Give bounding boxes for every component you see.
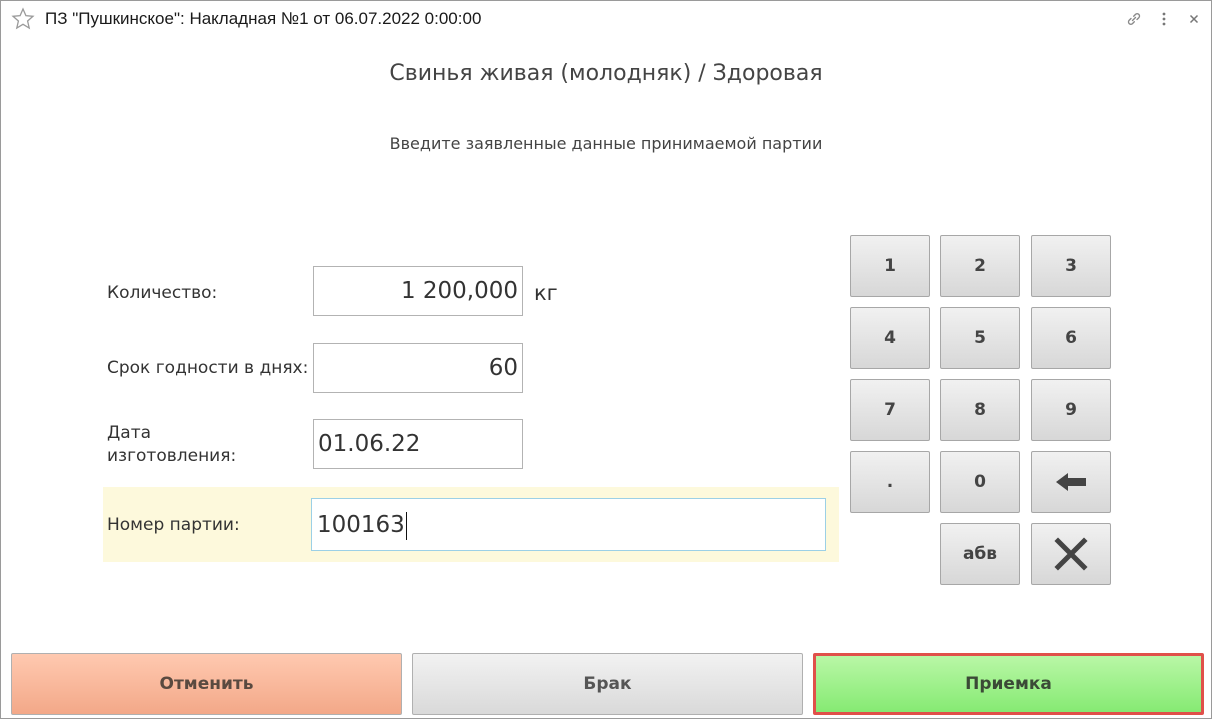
- manufacture-date-label-line2: изготовления:: [107, 446, 237, 466]
- manufacture-date-field[interactable]: 01.06.22: [313, 419, 523, 469]
- quantity-label: Количество:: [107, 283, 218, 303]
- shelf-life-field[interactable]: 60: [313, 343, 523, 393]
- quantity-field[interactable]: 1 200,000: [313, 266, 523, 316]
- key-4[interactable]: 4: [850, 307, 930, 369]
- key-6[interactable]: 6: [1031, 307, 1111, 369]
- key-backspace[interactable]: [1031, 451, 1111, 513]
- manufacture-date-label-line1: Дата: [107, 423, 152, 443]
- defect-button[interactable]: Брак: [412, 653, 803, 715]
- close-icon[interactable]: [1185, 10, 1203, 28]
- batch-number-label: Номер партии:: [107, 515, 240, 535]
- key-2[interactable]: 2: [940, 235, 1020, 297]
- batch-number-value: 100163: [317, 512, 405, 538]
- batch-number-field[interactable]: 100163: [311, 498, 826, 551]
- quantity-unit: кг: [534, 281, 558, 305]
- manufacture-date-label: Дата изготовления:: [107, 422, 236, 468]
- shelf-life-label: Срок годности в днях:: [107, 358, 309, 378]
- key-letters[interactable]: абв: [940, 523, 1020, 585]
- document-window: ПЗ "Пушкинское": Накладная №1 от 06.07.2…: [0, 0, 1212, 719]
- key-clear[interactable]: [1031, 523, 1111, 585]
- menu-icon[interactable]: [1155, 10, 1173, 28]
- key-0[interactable]: 0: [940, 451, 1020, 513]
- instruction-text: Введите заявленные данные принимаемой па…: [389, 134, 823, 153]
- x-icon: [1054, 537, 1088, 571]
- link-icon[interactable]: [1125, 10, 1143, 28]
- key-7[interactable]: 7: [850, 379, 930, 441]
- key-9[interactable]: 9: [1031, 379, 1111, 441]
- arrow-left-icon: [1054, 472, 1088, 492]
- accept-button[interactable]: Приемка: [813, 653, 1204, 715]
- key-dot[interactable]: .: [850, 451, 930, 513]
- key-8[interactable]: 8: [940, 379, 1020, 441]
- key-5[interactable]: 5: [940, 307, 1020, 369]
- cancel-button[interactable]: Отменить: [11, 653, 402, 715]
- product-heading: Свинья живая (молодняк) / Здоровая: [389, 61, 823, 86]
- title-bar: ПЗ "Пушкинское": Накладная №1 от 06.07.2…: [1, 1, 1211, 37]
- star-icon[interactable]: [11, 7, 35, 31]
- text-caret: [405, 511, 407, 540]
- key-3[interactable]: 3: [1031, 235, 1111, 297]
- window-title: ПЗ "Пушкинское": Накладная №1 от 06.07.2…: [45, 9, 482, 28]
- key-1[interactable]: 1: [850, 235, 930, 297]
